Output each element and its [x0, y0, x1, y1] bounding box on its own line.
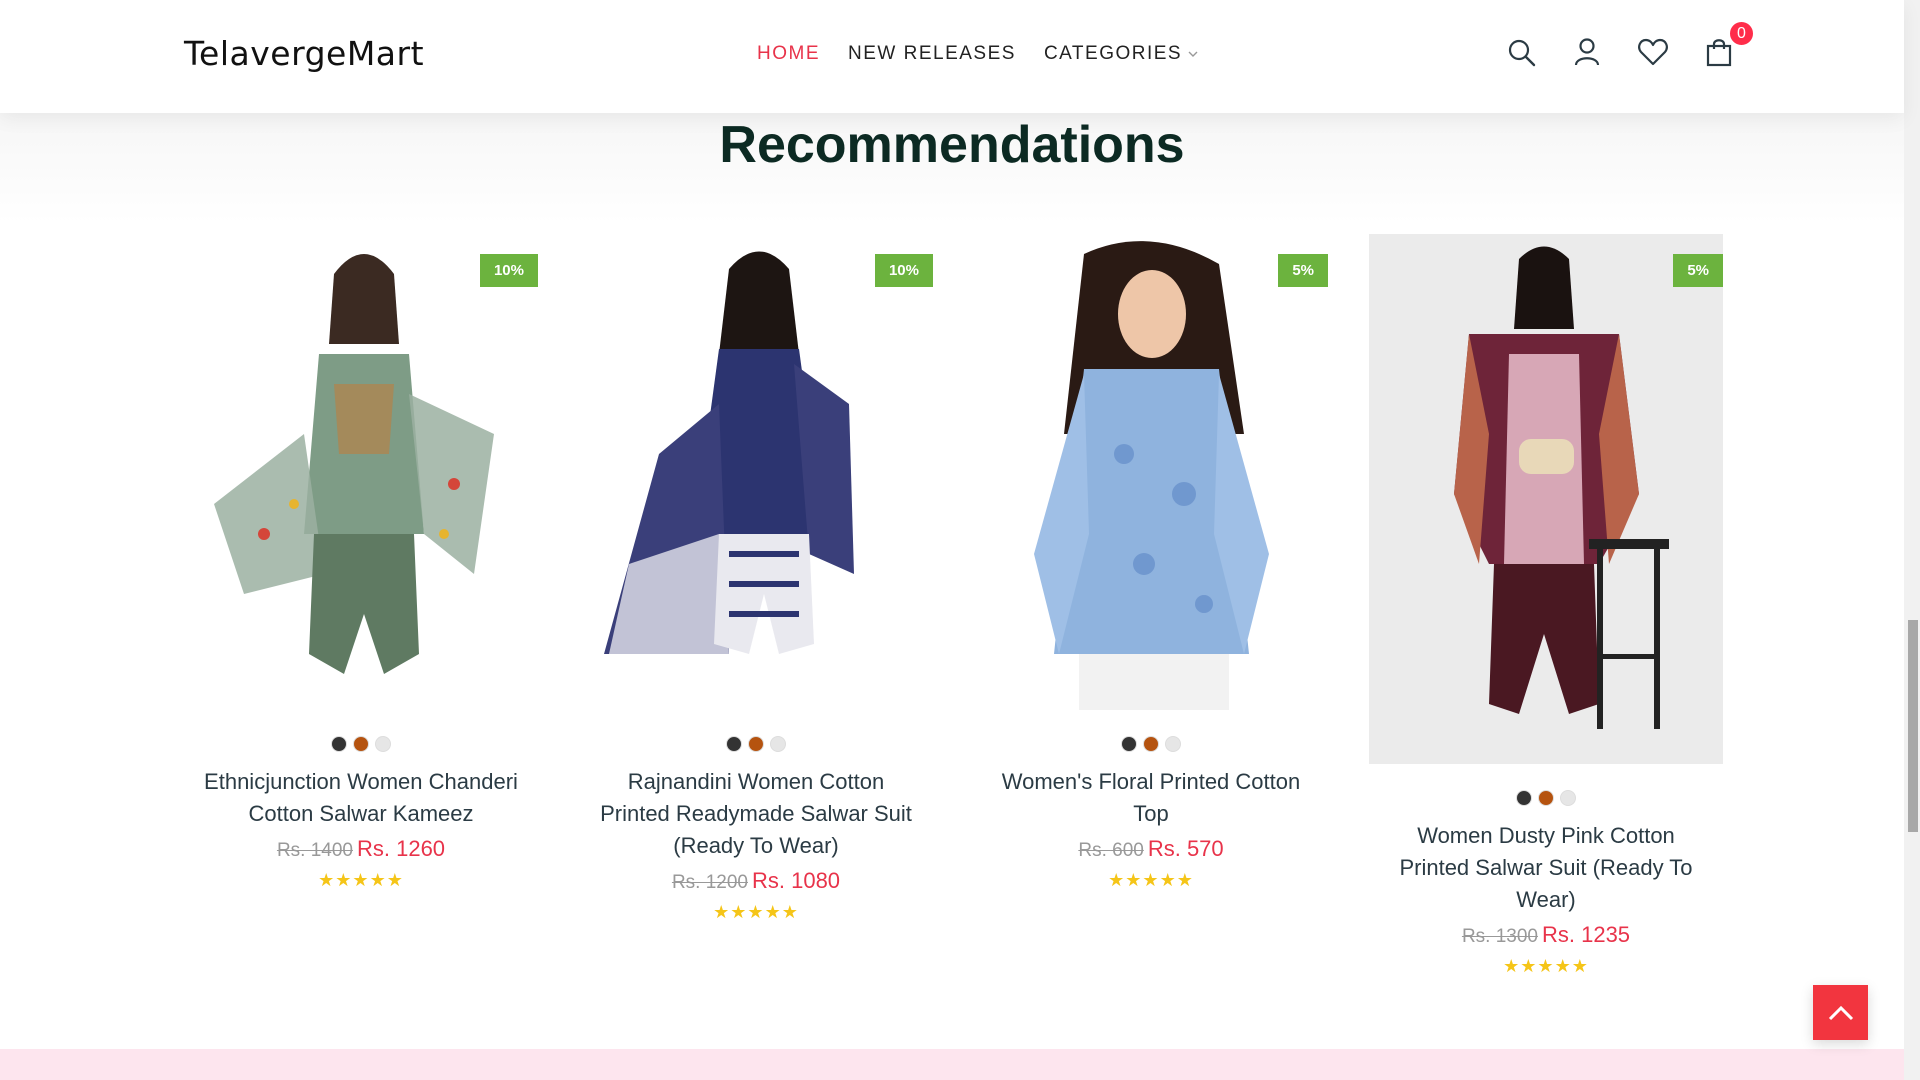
chevron-up-icon	[1828, 1005, 1853, 1020]
rating-stars: ★★★★★	[1108, 870, 1194, 890]
sale-price: Rs. 1260	[356, 836, 446, 861]
nav-new-releases-label: NEW RELEASES	[848, 43, 1016, 64]
product-card[interactable]: 10% Ethnicjunction Women Chanderi Cotton…	[184, 234, 538, 891]
product-name[interactable]: Rajnandini Women Cotton Printed Readymad…	[591, 766, 921, 862]
color-swatch-dark[interactable]	[1516, 790, 1532, 806]
chevron-down-icon	[1188, 51, 1198, 57]
nav-categories-label: CATEGORIES	[1043, 43, 1183, 64]
discount-badge: 5%	[1278, 254, 1328, 287]
brand-logo[interactable]: TelavergeMart	[184, 34, 424, 73]
color-swatch-light[interactable]	[1165, 736, 1181, 752]
sale-price: Rs. 1235	[1541, 922, 1631, 947]
product-card[interactable]: 10% Rajnandini Women Cotton Printed Read…	[579, 234, 933, 923]
nav-home[interactable]: HOME	[757, 43, 820, 65]
color-swatch-rust[interactable]	[1143, 736, 1159, 752]
discount-badge: 10%	[479, 254, 538, 287]
product-price: Rs. 1400 Rs. 1260	[184, 836, 538, 862]
rating-stars: ★★★★★	[318, 870, 404, 890]
product-photo-salwar-pink	[1369, 234, 1723, 764]
user-icon	[1574, 38, 1600, 66]
color-swatches	[184, 736, 538, 752]
main-nav: HOME NEW RELEASES CATEGORIES	[757, 43, 1200, 65]
sale-price: Rs. 570	[1147, 836, 1224, 861]
scroll-to-top-button[interactable]	[1813, 985, 1868, 1040]
discount-badge: 5%	[1673, 254, 1723, 287]
product-photo-salwar-navy	[579, 234, 933, 710]
original-price: Rs. 1300	[1461, 926, 1538, 947]
original-price: Rs. 600	[1078, 840, 1144, 861]
color-swatch-light[interactable]	[1560, 790, 1576, 806]
heart-icon	[1638, 38, 1668, 66]
product-name[interactable]: Ethnicjunction Women Chanderi Cotton Sal…	[196, 766, 526, 830]
rating-stars: ★★★★★	[713, 902, 799, 922]
color-swatch-dark[interactable]	[1121, 736, 1137, 752]
product-card[interactable]: 5% Women's Floral Printed Cotton Top Rs.…	[974, 234, 1328, 891]
wishlist-button[interactable]	[1637, 36, 1671, 70]
product-name[interactable]: Women's Floral Printed Cotton Top	[986, 766, 1316, 830]
product-image[interactable]: 5%	[974, 234, 1328, 710]
color-swatches	[579, 736, 933, 752]
color-swatch-light[interactable]	[770, 736, 786, 752]
footer-band	[0, 1049, 1904, 1080]
product-price: Rs. 1200 Rs. 1080	[579, 868, 933, 894]
discount-badge: 10%	[874, 254, 933, 287]
product-name[interactable]: Women Dusty Pink Cotton Printed Salwar S…	[1381, 820, 1711, 916]
color-swatches	[974, 736, 1328, 752]
original-price: Rs. 1400	[276, 840, 353, 861]
product-price: Rs. 1300 Rs. 1235	[1369, 922, 1723, 948]
sale-price: Rs. 1080	[751, 868, 841, 893]
product-photo-salwar-green	[184, 234, 538, 710]
color-swatch-dark[interactable]	[726, 736, 742, 752]
product-image[interactable]: 10%	[579, 234, 933, 710]
product-grid: 10% Ethnicjunction Women Chanderi Cotton…	[184, 234, 1724, 1034]
header-icons: 0	[1505, 20, 1755, 70]
nav-home-label: HOME	[757, 43, 820, 64]
scrollbar-thumb[interactable]	[1908, 620, 1918, 832]
vertical-scrollbar[interactable]	[1904, 0, 1920, 1080]
cart-count-badge: 0	[1728, 20, 1755, 47]
cart-button[interactable]: 0	[1703, 20, 1755, 70]
color-swatch-light[interactable]	[375, 736, 391, 752]
color-swatch-dark[interactable]	[331, 736, 347, 752]
product-photo-floral-top	[974, 234, 1328, 710]
section-title: Recommendations	[719, 116, 1185, 174]
search-icon	[1508, 39, 1536, 67]
product-image[interactable]: 5%	[1369, 234, 1723, 764]
color-swatch-rust[interactable]	[1538, 790, 1554, 806]
color-swatches	[1369, 790, 1723, 806]
rating-stars: ★★★★★	[1503, 956, 1589, 976]
site-header: TelavergeMart HOME NEW RELEASES CATEGORI…	[0, 0, 1904, 113]
color-swatch-rust[interactable]	[353, 736, 369, 752]
account-button[interactable]	[1571, 36, 1605, 70]
original-price: Rs. 1200	[671, 872, 748, 893]
color-swatch-rust[interactable]	[748, 736, 764, 752]
nav-categories[interactable]: CATEGORIES	[1044, 43, 1200, 65]
nav-new-releases[interactable]: NEW RELEASES	[848, 43, 1016, 65]
product-card[interactable]: 5% Women Dusty Pink Cotton Printed Salwa…	[1369, 234, 1723, 977]
product-image[interactable]: 10%	[184, 234, 538, 710]
product-price: Rs. 600 Rs. 570	[974, 836, 1328, 862]
search-button[interactable]	[1505, 36, 1539, 70]
